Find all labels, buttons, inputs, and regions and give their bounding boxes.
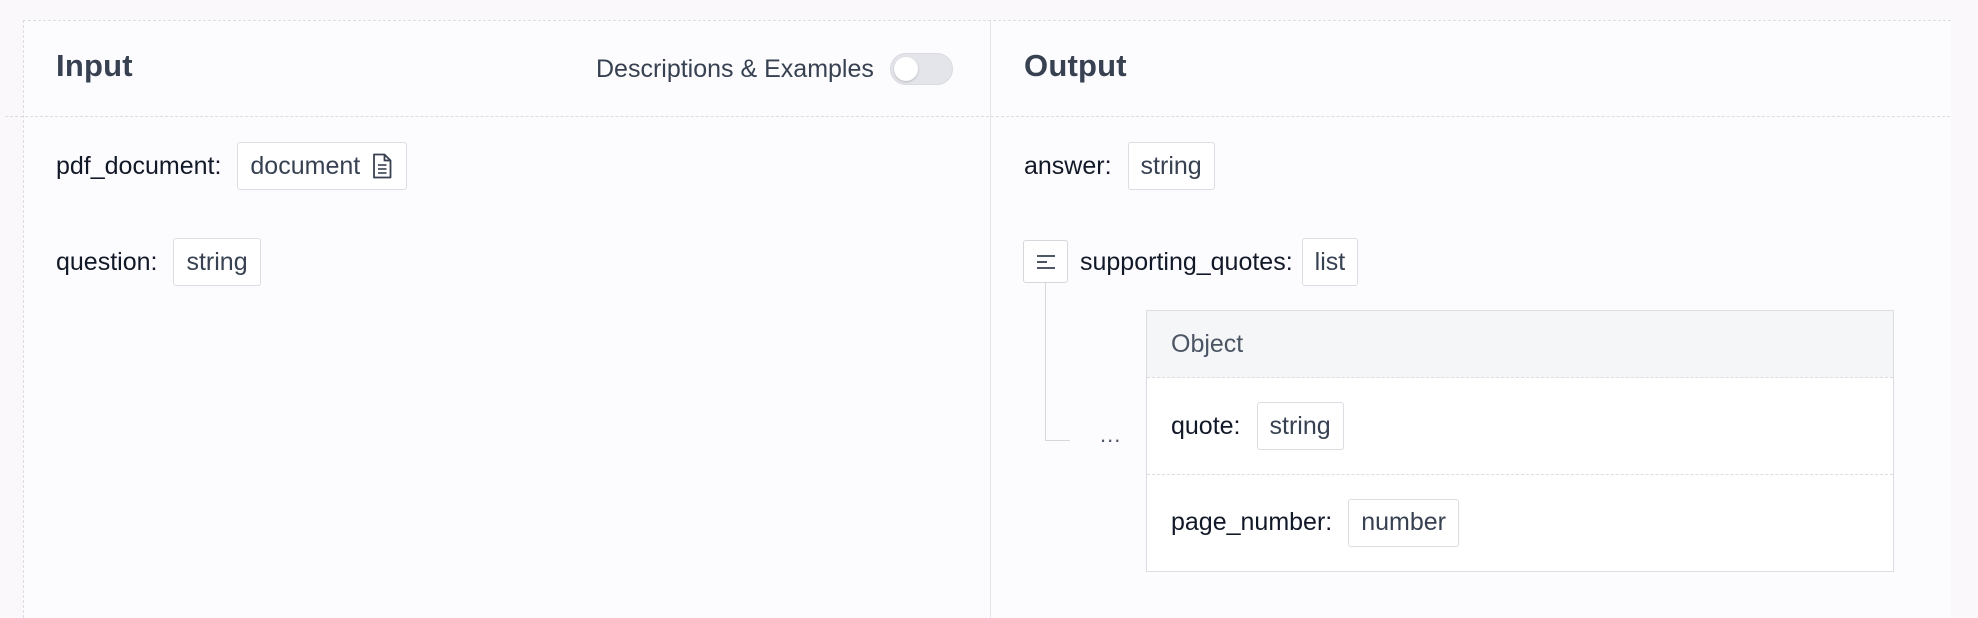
object-header: Object <box>1147 311 1893 378</box>
descriptions-examples-toggle-group: Descriptions & Examples <box>596 50 953 88</box>
type-chip-number[interactable]: number <box>1348 498 1459 547</box>
input-field-pdf-document: pdf_document: document <box>56 142 408 190</box>
toggle-knob <box>893 57 918 81</box>
tree-connector <box>1045 283 1070 441</box>
object-schema-box: Object quote: string page_number: number <box>1146 310 1894 572</box>
header-divider <box>5 116 1950 117</box>
output-field-answer: answer: string <box>1024 142 1215 190</box>
type-chip-list[interactable]: list <box>1301 238 1359 286</box>
type-chip-string[interactable]: string <box>1256 402 1344 450</box>
output-panel-title: Output <box>1024 48 1127 83</box>
collapse-list-button[interactable] <box>1023 240 1068 283</box>
type-label: document <box>250 151 361 180</box>
type-chip-string[interactable]: string <box>173 238 261 286</box>
field-label: page_number: <box>1171 508 1333 536</box>
field-label: quote: <box>1171 411 1241 440</box>
input-panel-title: Input <box>56 48 133 83</box>
descriptions-examples-label: Descriptions & Examples <box>596 54 874 83</box>
field-label: supporting_quotes: <box>1080 247 1293 276</box>
list-lines-icon <box>1036 254 1055 269</box>
field-label: pdf_document: <box>56 151 222 180</box>
field-label: answer: <box>1024 151 1112 180</box>
object-field-page-number: page_number: number <box>1147 474 1893 570</box>
input-field-question: question: string <box>56 238 261 286</box>
list-item-ellipsis: ... <box>1100 422 1122 447</box>
field-label: question: <box>56 247 158 276</box>
document-icon <box>373 153 392 179</box>
type-chip-string[interactable]: string <box>1127 142 1215 190</box>
panel-divider <box>990 21 991 618</box>
type-chip-document[interactable]: document <box>237 142 408 190</box>
output-field-supporting-quotes: supporting_quotes: list <box>1080 238 1359 286</box>
descriptions-examples-toggle[interactable] <box>889 53 953 85</box>
object-field-quote: quote: string <box>1147 378 1893 474</box>
